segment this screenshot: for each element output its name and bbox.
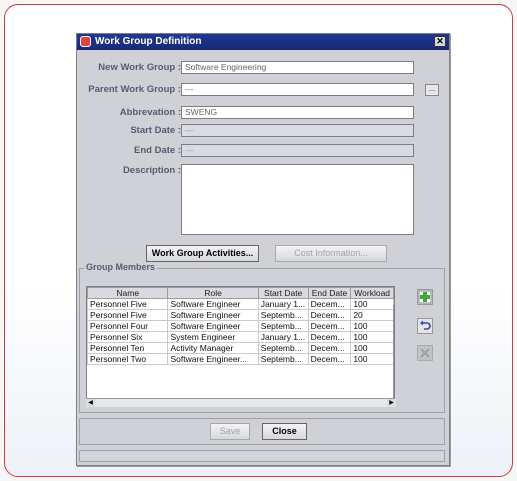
end-date-label: End Date : [134,145,181,156]
start-date-field[interactable]: --- [181,124,414,137]
browse-parent-button[interactable]: ... [425,84,439,96]
cell-role: Software Engineer [167,309,259,321]
cell-workload: 100 [350,331,394,343]
scroll-left-arrow-icon[interactable]: ◀ [86,399,95,407]
members-table-container[interactable]: Name Role Start Date End Date Workload P… [86,286,395,407]
table-row[interactable]: Personnel Five Software Engineer Septemb… [87,309,394,321]
work-group-dialog: Work Group Definition ✕ New Work Group :… [76,33,450,466]
cost-information-button[interactable]: Cost Information... [275,245,387,262]
status-bar [79,450,445,462]
cell-name: Personnel Ten [87,342,169,354]
close-icon[interactable]: ✕ [434,36,446,47]
table-row[interactable]: Personnel Two Software Engineer... Septe… [87,353,394,365]
table-row[interactable]: Personnel Ten Activity Manager Septemb..… [87,342,394,354]
end-date-field[interactable]: --- [181,144,414,157]
cell-workload: 100 [350,320,394,332]
column-header-workload[interactable]: Workload [350,287,394,299]
cell-workload: 100 [350,342,394,354]
table-row[interactable]: Personnel Five Software Engineer January… [87,298,394,310]
work-group-activities-button[interactable]: Work Group Activities... [146,245,259,262]
members-horizontal-scrollbar[interactable]: ◀ ▶ [86,398,396,407]
parent-work-group-field[interactable]: --- [181,83,414,96]
column-header-name[interactable]: Name [87,287,169,299]
abbreviation-field[interactable]: SWENG [181,106,414,119]
dialog-title: Work Group Definition [95,36,202,47]
cell-name: Personnel Four [87,320,169,332]
cell-end-date: Decem... [307,342,352,354]
dialog-titlebar: Work Group Definition ✕ [77,34,449,50]
members-table: Name Role Start Date End Date Workload P… [87,287,394,365]
cell-start-date: January 1... [257,331,309,343]
add-member-button[interactable] [417,289,433,305]
column-header-end-date[interactable]: End Date [307,287,352,299]
cell-workload: 20 [350,309,394,321]
description-textarea[interactable] [181,164,414,235]
cell-name: Personnel Six [87,331,169,343]
cell-end-date: Decem... [307,298,352,310]
new-work-group-field[interactable]: Software Engineering [181,61,414,74]
new-work-group-label: New Work Group : [98,62,181,73]
cell-name: Personnel Two [87,353,169,365]
abbreviation-label: Abbrevation : [119,107,181,118]
app-icon [80,36,91,47]
cell-end-date: Decem... [307,309,352,321]
start-date-label: Start Date : [130,125,181,136]
undo-icon [420,320,431,330]
cell-end-date: Decem... [307,353,352,365]
group-members-panel: Group Members Name Role Start Date End D… [79,262,445,413]
parent-work-group-label: Parent Work Group : [88,84,181,95]
cell-name: Personnel Five [87,298,169,310]
cell-start-date: Septemb... [257,353,309,365]
cell-role: Software Engineer [167,320,259,332]
group-members-title: Group Members [84,262,158,272]
cell-end-date: Decem... [307,320,352,332]
cell-role: Software Engineer... [167,353,259,365]
table-row[interactable]: Personnel Six System Engineer January 1.… [87,331,394,343]
remove-icon [420,348,430,358]
undo-button[interactable] [417,318,433,334]
cell-role: Activity Manager [167,342,259,354]
cell-start-date: Septemb... [257,342,309,354]
scroll-right-arrow-icon[interactable]: ▶ [387,399,396,407]
save-button[interactable]: Save [210,423,250,440]
cell-start-date: January 1... [257,298,309,310]
column-header-start-date[interactable]: Start Date [257,287,309,299]
cell-end-date: Decem... [307,331,352,343]
cell-workload: 100 [350,353,394,365]
table-row[interactable]: Personnel Four Software Engineer Septemb… [87,320,394,332]
cell-start-date: Septemb... [257,320,309,332]
description-label: Description : [122,165,181,176]
remove-member-button[interactable] [417,345,433,361]
cell-workload: 100 [350,298,394,310]
add-member-icon [418,290,432,304]
members-vertical-scrollbar[interactable]: ▲ ▼ [393,305,395,406]
cell-role: Software Engineer [167,298,259,310]
members-header-row: Name Role Start Date End Date Workload [87,287,394,299]
cell-role: System Engineer [167,331,259,343]
column-header-role[interactable]: Role [167,287,259,299]
dialog-footer: Save Close [79,418,445,445]
cell-name: Personnel Five [87,309,169,321]
close-button[interactable]: Close [262,423,307,440]
cell-start-date: Septemb... [257,309,309,321]
scroll-up-arrow-icon[interactable]: ▲ [394,315,395,324]
